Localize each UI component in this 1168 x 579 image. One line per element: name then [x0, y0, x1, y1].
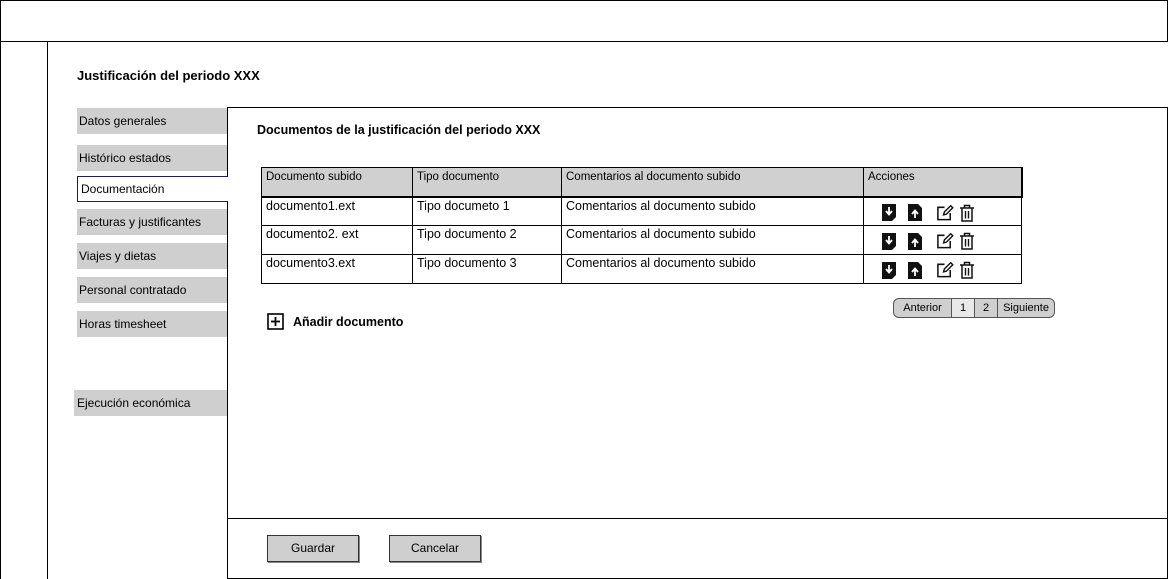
download-icon[interactable]: [880, 260, 898, 280]
document-comment-cell: Comentarios al documento subido: [561, 225, 864, 255]
pagination-page-1[interactable]: 1: [952, 299, 975, 317]
add-document-label: Añadir documento: [293, 314, 404, 329]
table-row: documento3.ext Tipo documento 3 Comentario…: [261, 254, 1022, 284]
actions-cell: [863, 196, 1022, 226]
sidebar-item-facturas[interactable]: Facturas y justificantes: [77, 209, 227, 235]
column-header: Tipo documento: [412, 167, 562, 197]
document-type-cell: Tipo documeto 1: [412, 196, 562, 226]
save-button[interactable]: Guardar: [267, 535, 359, 562]
documents-table: Documento subido Tipo documento Comentar…: [261, 167, 1023, 284]
column-header: Acciones: [863, 167, 1023, 197]
trash-icon[interactable]: [958, 203, 976, 223]
upload-icon[interactable]: [906, 260, 924, 280]
document-comment-cell: Comentarios al documento subido: [561, 196, 864, 226]
edit-icon[interactable]: [936, 231, 954, 251]
sidebar-item-historico-estados[interactable]: Histórico estados: [77, 145, 227, 171]
document-type-cell: Tipo documento 3: [412, 254, 562, 284]
document-name-cell: documento3.ext: [261, 254, 413, 284]
trash-icon[interactable]: [958, 260, 976, 280]
actions-cell: [863, 225, 1022, 255]
sidebar-item-documentacion[interactable]: Documentación: [77, 176, 228, 202]
top-bar: [0, 0, 1168, 42]
pagination-next-button[interactable]: Siguiente: [998, 299, 1054, 317]
sidebar-item-datos-generales[interactable]: Datos generales: [77, 108, 227, 134]
actions-cell: [863, 254, 1022, 284]
sidebar-item-viajes[interactable]: Viajes y dietas: [77, 243, 227, 269]
edit-icon[interactable]: [936, 203, 954, 223]
edit-icon[interactable]: [936, 260, 954, 280]
column-header: Comentarios al documento subido: [561, 167, 864, 197]
pagination-page-2[interactable]: 2: [975, 299, 998, 317]
table-row: documento2. ext Tipo documento 2 Comentari…: [261, 225, 1022, 255]
table-row: documento1.ext Tipo documeto 1 Comentarios…: [261, 196, 1022, 226]
document-comment-cell: Comentarios al documento subido: [561, 254, 864, 284]
column-header: Documento subido: [261, 167, 413, 197]
pagination: Anterior 1 2 Siguiente: [893, 298, 1055, 318]
sidebar-item-horas[interactable]: Horas timesheet: [77, 311, 227, 337]
page-title: Justificación del periodo XXX: [77, 68, 260, 83]
cancel-button[interactable]: Cancelar: [389, 535, 481, 562]
download-icon[interactable]: [880, 231, 898, 251]
document-type-cell: Tipo documento 2: [412, 225, 562, 255]
upload-icon[interactable]: [906, 203, 924, 223]
section-title: Documentos de la justificación del perio…: [257, 123, 541, 137]
trash-icon[interactable]: [958, 231, 976, 251]
footer-divider: [228, 518, 1168, 519]
add-document-button[interactable]: Añadir documento: [267, 313, 403, 330]
document-name-cell: documento2. ext: [261, 225, 413, 255]
sidebar-item-ejecucion[interactable]: Ejecución económica: [74, 390, 227, 416]
upload-icon[interactable]: [906, 231, 924, 251]
plus-box-icon: [267, 313, 284, 330]
left-rail: [0, 41, 48, 579]
document-name-cell: documento1.ext: [261, 196, 413, 226]
table-header-row: Documento subido Tipo documento Comentar…: [261, 167, 1023, 197]
pagination-prev-button[interactable]: Anterior: [894, 299, 952, 317]
sidebar-item-personal[interactable]: Personal contratado: [77, 277, 227, 303]
download-icon[interactable]: [880, 203, 898, 223]
